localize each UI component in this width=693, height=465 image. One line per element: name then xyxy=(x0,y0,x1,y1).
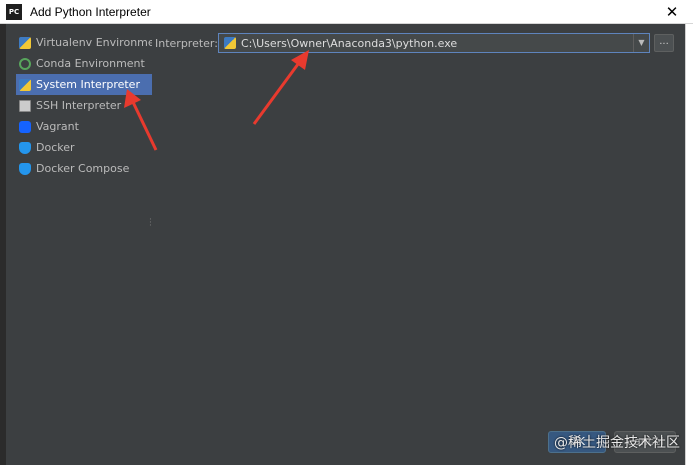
python-icon xyxy=(19,78,31,91)
interpreter-path-value: C:\Users\Owner\Anaconda3\python.exe xyxy=(241,36,458,50)
sidebar-item-label: Vagrant xyxy=(36,120,79,133)
interpreter-settings-panel: Interpreter: C:\Users\Owner\Anaconda3\py… xyxy=(152,24,685,465)
title-bar: PC Add Python Interpreter ✕ xyxy=(0,0,693,24)
sidebar-item-label: Virtualenv Environment xyxy=(36,36,166,49)
pycharm-logo-icon: PC xyxy=(6,3,22,20)
python-icon xyxy=(224,37,236,49)
browse-button[interactable]: ... xyxy=(654,34,674,52)
interpreter-type-sidebar: Virtualenv Environment Conda Environment… xyxy=(6,24,166,465)
interpreter-label: Interpreter: xyxy=(155,37,218,50)
sidebar-item-label: SSH Interpreter xyxy=(36,99,122,112)
sidebar-item-label: Docker xyxy=(36,141,75,154)
vagrant-icon xyxy=(19,120,31,133)
docker-icon xyxy=(19,141,31,154)
sidebar-item-label: System Interpreter xyxy=(36,78,140,91)
interpreter-select[interactable]: C:\Users\Owner\Anaconda3\python.exe ▼ xyxy=(218,33,650,53)
ssh-icon xyxy=(19,99,31,112)
sidebar-item-label: Docker Compose xyxy=(36,162,130,175)
watermark-text: @稀土掘金技术社区 xyxy=(554,435,680,451)
docker-icon xyxy=(19,162,31,175)
sidebar-item-virtualenv[interactable]: Virtualenv Environment xyxy=(16,32,166,53)
sidebar-item-system-interpreter[interactable]: System Interpreter xyxy=(16,74,152,95)
sidebar-item-docker[interactable]: Docker xyxy=(16,137,152,158)
interpreter-type-list: Virtualenv Environment Conda Environment… xyxy=(16,32,166,179)
sidebar-item-label: Conda Environment xyxy=(36,57,145,70)
window-title: Add Python Interpreter xyxy=(30,4,151,19)
close-button[interactable]: ✕ xyxy=(663,3,681,21)
sidebar-item-docker-compose[interactable]: Docker Compose xyxy=(16,158,152,179)
sidebar-item-vagrant[interactable]: Vagrant xyxy=(16,116,152,137)
chevron-down-icon[interactable]: ▼ xyxy=(633,34,649,52)
sidebar-item-ssh[interactable]: SSH Interpreter xyxy=(16,95,152,116)
python-icon xyxy=(19,36,31,49)
conda-icon xyxy=(19,57,31,70)
sidebar-item-conda[interactable]: Conda Environment xyxy=(16,53,152,74)
window-right-border xyxy=(685,24,693,465)
